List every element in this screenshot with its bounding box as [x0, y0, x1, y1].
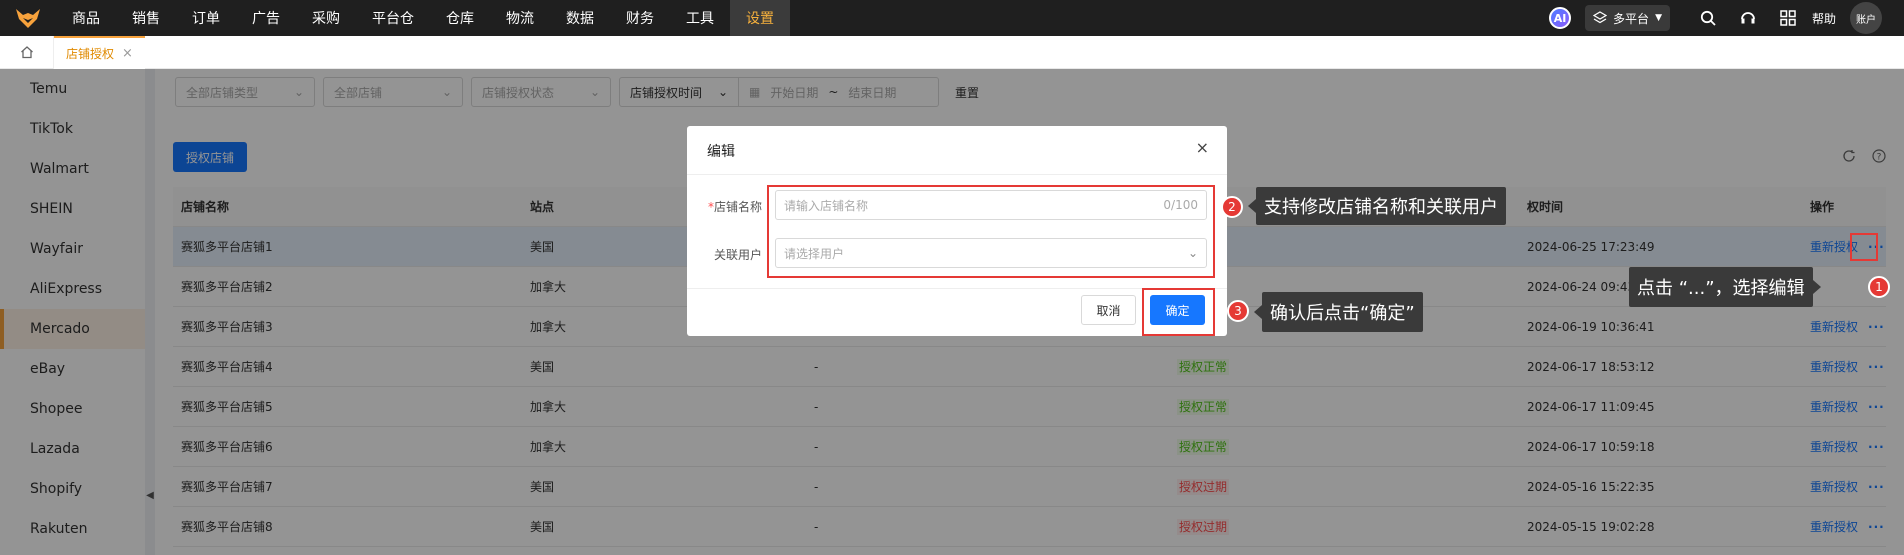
nav-item[interactable]: 物流: [490, 0, 550, 36]
step-1-badge: 1: [1868, 276, 1890, 298]
caret-down-icon: ▼: [1655, 13, 1662, 23]
modal-title: 编辑: [707, 144, 735, 160]
nav-item[interactable]: 订单: [176, 0, 236, 36]
nav-item[interactable]: 数据: [550, 0, 610, 36]
step-3-badge: 3: [1227, 300, 1249, 322]
ai-icon[interactable]: AI: [1549, 7, 1572, 29]
home-icon[interactable]: [0, 35, 54, 69]
nav-item[interactable]: 工具: [670, 0, 730, 36]
close-icon[interactable]: ×: [1196, 138, 1209, 157]
page-tabs: 店铺授权 ×: [0, 35, 1904, 69]
apps-grid-icon[interactable]: [1780, 10, 1796, 26]
platform-label: 多平台: [1613, 11, 1650, 26]
nav-item[interactable]: 广告: [236, 0, 296, 36]
store-name-label-text: 店铺名称: [713, 200, 762, 214]
headset-icon[interactable]: [1740, 10, 1756, 26]
store-name-label: *店铺名称: [692, 198, 762, 215]
nav-item[interactable]: 商品: [56, 0, 116, 36]
nav-item[interactable]: 销售: [116, 0, 176, 36]
account-avatar[interactable]: 账户: [1850, 2, 1882, 34]
tab-store-auth[interactable]: 店铺授权 ×: [54, 35, 145, 69]
search-icon[interactable]: [1700, 10, 1716, 26]
platform-select[interactable]: 多平台 ▼: [1585, 5, 1670, 31]
nav-menu: 商品 销售 订单 广告 采购 平台仓 仓库 物流 数据 财务 工具 设置: [56, 0, 790, 36]
nav-item[interactable]: 平台仓: [356, 0, 430, 36]
top-nav: 商品 销售 订单 广告 采购 平台仓 仓库 物流 数据 财务 工具 设置 AI 多平台 ▼ 帮助 账户: [0, 0, 1904, 36]
fox-logo-icon[interactable]: [0, 0, 56, 36]
step-2-callout: 支持修改店铺名称和关联用户: [1248, 187, 1506, 225]
nav-item[interactable]: 设置: [730, 0, 790, 36]
cancel-button[interactable]: 取消: [1081, 295, 1136, 325]
nav-item[interactable]: 仓库: [430, 0, 490, 36]
nav-right: AI 多平台 ▼ 帮助 账户: [1549, 0, 1904, 36]
layers-icon: [1593, 11, 1608, 24]
tab-label: 店铺授权: [66, 46, 115, 61]
nav-item[interactable]: 财务: [610, 0, 670, 36]
highlight-box-fields: [767, 185, 1215, 278]
nav-item[interactable]: 采购: [296, 0, 356, 36]
divider: [687, 174, 1227, 175]
close-icon[interactable]: ×: [122, 46, 133, 61]
highlight-box-more: [1850, 233, 1878, 261]
user-label: 关联用户: [713, 248, 762, 262]
step-2-badge: 2: [1221, 196, 1243, 218]
help-link[interactable]: 帮助: [1812, 10, 1836, 27]
step-3-callout: 确认后点击“确定”: [1254, 292, 1423, 332]
step-1-callout: 点击 “...”，选择编辑: [1629, 267, 1821, 307]
highlight-box-confirm: [1142, 288, 1215, 336]
